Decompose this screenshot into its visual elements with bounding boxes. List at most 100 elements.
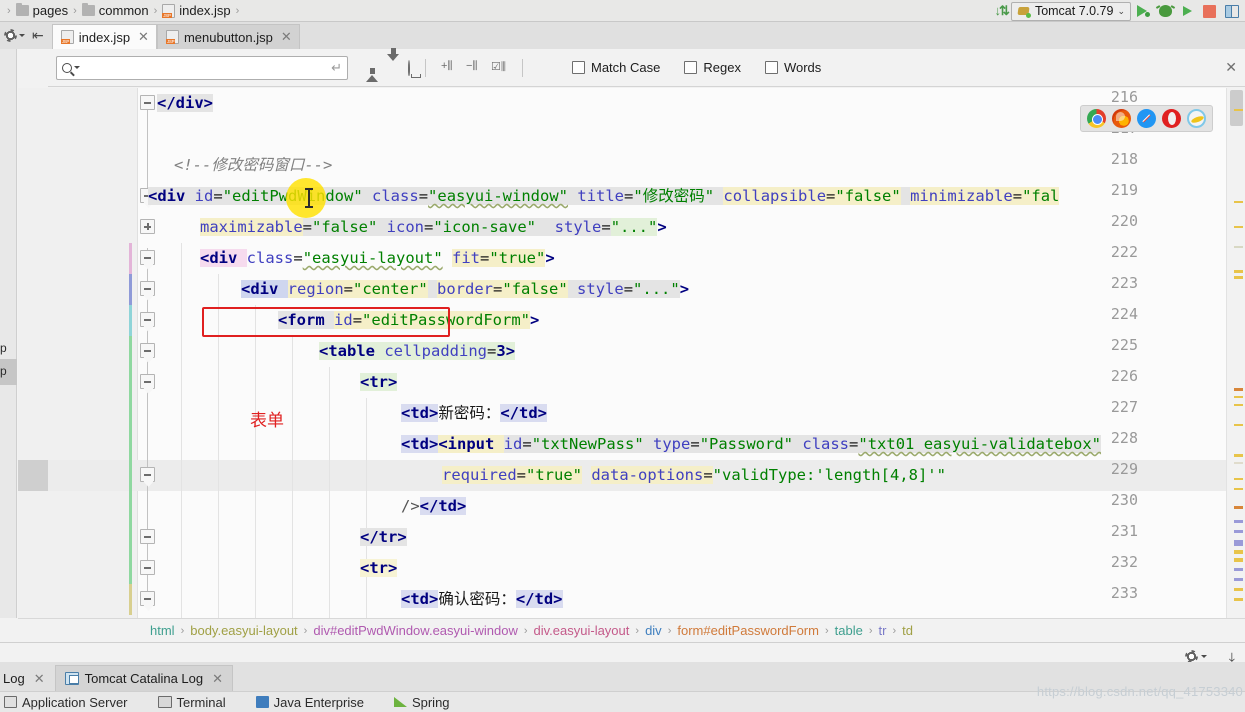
gutter-separator bbox=[137, 88, 138, 618]
tab-tomcat-catalina-log[interactable]: Tomcat Catalina Log ✕ bbox=[54, 665, 234, 691]
fold-region-line bbox=[147, 248, 148, 608]
bottom-item-spring[interactable]: Spring bbox=[393, 694, 450, 710]
breadcrumb-item-body[interactable]: body.easyui-layout bbox=[190, 623, 297, 638]
tomcat-icon bbox=[1017, 5, 1031, 18]
bottom-item-label: Java Enterprise bbox=[273, 694, 364, 710]
select-all-in-column-button[interactable]: ☑⫼ bbox=[491, 60, 507, 75]
settings-gear-button[interactable] bbox=[4, 29, 25, 42]
update-running-app-icon[interactable]: ↓⇅ bbox=[995, 3, 1010, 19]
breadcrumb-separator: › bbox=[153, 4, 158, 17]
code-editor[interactable]: 216 217 218 219 220 222 223 224 225 226 … bbox=[18, 88, 1226, 618]
run-with-coverage-button[interactable] bbox=[1178, 2, 1197, 21]
close-icon[interactable]: ✕ bbox=[138, 29, 149, 45]
code-line-230: /></td> bbox=[401, 497, 467, 515]
tab-menubutton-jsp[interactable]: menubutton.jsp ✕ bbox=[156, 24, 300, 49]
fold-toggle-216[interactable] bbox=[140, 95, 155, 110]
breadcrumb-item-form[interactable]: form#editPasswordForm bbox=[677, 623, 819, 638]
nav-breadcrumb-common[interactable]: common bbox=[81, 3, 149, 18]
code-line-233: <td>确认密码：</td> bbox=[401, 590, 563, 608]
nav-label-pages: pages bbox=[32, 3, 69, 18]
jsp-file-icon bbox=[60, 30, 74, 44]
ie-icon[interactable] bbox=[1187, 109, 1206, 128]
bottom-item-java-enterprise[interactable]: Java Enterprise bbox=[255, 694, 364, 710]
match-case-label: Match Case bbox=[591, 60, 661, 75]
safari-icon[interactable] bbox=[1137, 109, 1156, 128]
bottom-item-label: Spring bbox=[411, 694, 450, 710]
code-line-222: <div class="easyui-layout" fit="true"> bbox=[200, 249, 555, 267]
fold-toggle-225[interactable] bbox=[140, 343, 155, 358]
stripe-label-1[interactable]: p bbox=[0, 341, 7, 355]
scrollbar-thumb[interactable] bbox=[1230, 90, 1243, 126]
tab-log[interactable]: Log ✕ bbox=[0, 665, 55, 691]
code-text-area[interactable]: </div> <!--修改密码窗口--> <div id="editPwdWin… bbox=[148, 88, 1226, 618]
close-find-bar-icon[interactable]: ✕ bbox=[1225, 59, 1237, 76]
breadcrumb-separator: › bbox=[73, 4, 77, 17]
add-selection-button[interactable]: +⫼ bbox=[441, 60, 457, 75]
breadcrumb-separator: › bbox=[824, 624, 829, 637]
run-button[interactable] bbox=[1134, 2, 1153, 21]
breadcrumb-separator: › bbox=[303, 624, 308, 637]
breadcrumb-item-tr[interactable]: tr bbox=[879, 623, 887, 638]
chrome-icon[interactable] bbox=[1087, 109, 1106, 128]
java-enterprise-icon bbox=[255, 696, 269, 708]
words-checkbox[interactable]: Words bbox=[764, 60, 821, 75]
opera-icon[interactable] bbox=[1162, 109, 1181, 128]
tab-label: Tomcat Catalina Log bbox=[84, 671, 204, 686]
open-in-browser-popup[interactable] bbox=[1080, 105, 1213, 132]
fold-toggle-231[interactable] bbox=[140, 529, 155, 544]
fold-toggle-224[interactable] bbox=[140, 312, 155, 327]
error-stripe-scrollbar[interactable] bbox=[1226, 88, 1245, 618]
close-icon[interactable]: ✕ bbox=[34, 671, 45, 687]
close-icon[interactable]: ✕ bbox=[212, 671, 223, 687]
folder-icon bbox=[81, 3, 95, 16]
breadcrumb-item-easyuilayout[interactable]: div.easyui-layout bbox=[534, 623, 630, 638]
fold-toggle-222[interactable] bbox=[140, 250, 155, 265]
fold-toggle-233[interactable] bbox=[140, 591, 155, 606]
annotation-text-form: 表单 bbox=[250, 411, 284, 431]
firefox-icon[interactable] bbox=[1112, 109, 1131, 128]
left-tool-window-stripe: p p bbox=[0, 49, 17, 618]
breadcrumb-item-editpwdwindow[interactable]: div#editPwdWindow.easyui-window bbox=[313, 623, 518, 638]
debug-button[interactable] bbox=[1156, 2, 1175, 21]
find-next-button[interactable] bbox=[387, 53, 399, 75]
fold-toggle-220[interactable] bbox=[140, 219, 155, 234]
annotation-box-editPasswordForm bbox=[202, 307, 450, 337]
breadcrumb-item-html[interactable]: html bbox=[150, 623, 175, 638]
code-line-231: </tr> bbox=[360, 528, 407, 546]
bottom-item-terminal[interactable]: Terminal bbox=[157, 695, 226, 710]
tab-index-jsp[interactable]: index.jsp ✕ bbox=[51, 24, 157, 49]
match-case-checkbox[interactable]: Match Case bbox=[572, 60, 660, 75]
breadcrumb-item-div[interactable]: div bbox=[645, 623, 662, 638]
regex-label: Regex bbox=[703, 60, 741, 75]
fold-toggle-223[interactable] bbox=[140, 281, 155, 296]
breadcrumb-item-table[interactable]: table bbox=[835, 623, 863, 638]
fold-toggle-232[interactable] bbox=[140, 560, 155, 575]
watermark-text: https://blog.csdn.net/qq_41753340 bbox=[1036, 684, 1243, 699]
breadcrumb-separator: › bbox=[892, 624, 897, 637]
bottom-item-application-server[interactable]: Application Server bbox=[4, 695, 128, 710]
enter-icon: ↵ bbox=[331, 59, 342, 75]
breadcrumb-separator: › bbox=[868, 624, 873, 637]
close-icon[interactable]: ✕ bbox=[281, 29, 292, 45]
tab-label: index.jsp bbox=[78, 29, 131, 45]
hide-tool-window-button[interactable]: ⇤ bbox=[32, 27, 44, 44]
folder-icon bbox=[15, 3, 29, 16]
stop-button[interactable] bbox=[1200, 2, 1219, 21]
find-previous-button[interactable] bbox=[366, 60, 378, 82]
layout-button[interactable] bbox=[1222, 2, 1241, 21]
nav-breadcrumb-indexjsp[interactable]: index.jsp bbox=[162, 3, 231, 18]
nav-breadcrumb-pages[interactable]: pages bbox=[15, 3, 69, 18]
fold-toggle-230[interactable] bbox=[140, 467, 155, 482]
search-input[interactable]: ↵ bbox=[56, 55, 348, 80]
regex-checkbox[interactable]: Regex bbox=[684, 60, 741, 75]
remove-selection-button[interactable]: −⫼ bbox=[466, 60, 482, 75]
tab-label: menubutton.jsp bbox=[183, 29, 273, 45]
stripe-label-2[interactable]: p bbox=[0, 364, 7, 378]
breadcrumb-item-td[interactable]: td bbox=[902, 623, 913, 638]
select-all-occurrences-button[interactable] bbox=[408, 59, 410, 76]
fold-toggle-226[interactable] bbox=[140, 374, 155, 389]
run-configuration-selector[interactable]: Tomcat 7.0.79 ⌄ bbox=[1010, 1, 1131, 21]
code-line-228: <td><input id="txtNewPass" type="Passwor… bbox=[401, 435, 1102, 453]
code-line-229: required="true" data-options="validType:… bbox=[442, 466, 946, 484]
code-line-216: </div> bbox=[157, 94, 213, 112]
